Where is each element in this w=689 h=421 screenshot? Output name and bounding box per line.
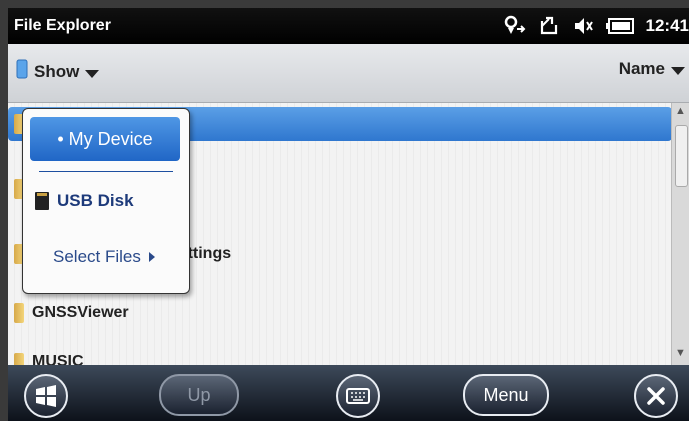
toolbar: Show Name <box>8 44 689 103</box>
list-item[interactable]: MUSIC <box>8 351 672 365</box>
list-item-label: MUSIC <box>32 353 84 365</box>
list-item[interactable]: GNSSViewer <box>8 296 672 330</box>
sort-dropdown[interactable]: Name <box>619 59 685 79</box>
show-dropdown[interactable]: Show <box>16 59 100 84</box>
folder-icon <box>14 353 24 365</box>
close-button[interactable] <box>634 374 678 418</box>
menu-item-my-device[interactable]: • My Device <box>30 117 180 161</box>
scroll-up-icon[interactable]: ▲ <box>674 105 687 121</box>
sort-label: Name <box>618 59 665 78</box>
close-icon <box>647 387 665 405</box>
connectivity-icon <box>502 15 526 37</box>
keyboard-icon <box>346 388 370 404</box>
show-menu-popup: • My Device USB Disk Select Files <box>22 108 190 294</box>
chevron-down-icon <box>85 69 100 78</box>
folder-icon <box>14 303 24 323</box>
menu-item-usb-disk[interactable]: USB Disk <box>35 191 134 211</box>
bottom-bar: Up Menu <box>8 365 689 421</box>
windows-logo-icon <box>36 385 56 407</box>
show-label: Show <box>34 61 80 81</box>
submenu-arrow-icon <box>148 252 155 262</box>
volume-muted-icon <box>572 15 594 37</box>
sd-card-icon <box>35 192 49 210</box>
sync-icon <box>538 15 560 37</box>
battery-icon <box>605 18 634 34</box>
menu-item-select-files[interactable]: Select Files <box>53 247 155 267</box>
keyboard-button[interactable] <box>336 374 380 418</box>
scrollbar[interactable]: ▲ ▼ <box>671 103 689 365</box>
menu-button[interactable]: Menu <box>463 374 549 416</box>
clock: 12:41 <box>645 16 689 35</box>
scroll-thumb[interactable] <box>675 125 688 187</box>
scroll-down-icon[interactable]: ▼ <box>674 347 687 363</box>
chevron-down-icon <box>671 67 685 75</box>
storage-card-icon <box>16 59 28 84</box>
list-item-label: GNSSViewer <box>32 304 129 321</box>
title-bar: File Explorer 12:41 <box>8 8 689 44</box>
menu-item-usb-disk-label: USB Disk <box>57 191 134 210</box>
up-button[interactable]: Up <box>159 374 239 416</box>
menu-divider <box>39 171 173 172</box>
app-title: File Explorer <box>14 17 111 34</box>
menu-item-select-files-label: Select Files <box>53 247 141 266</box>
start-button[interactable] <box>24 374 68 418</box>
status-area[interactable]: 12:41 <box>502 15 689 37</box>
device-screen: File Explorer 12:41 Show Name Settings G… <box>8 8 689 421</box>
